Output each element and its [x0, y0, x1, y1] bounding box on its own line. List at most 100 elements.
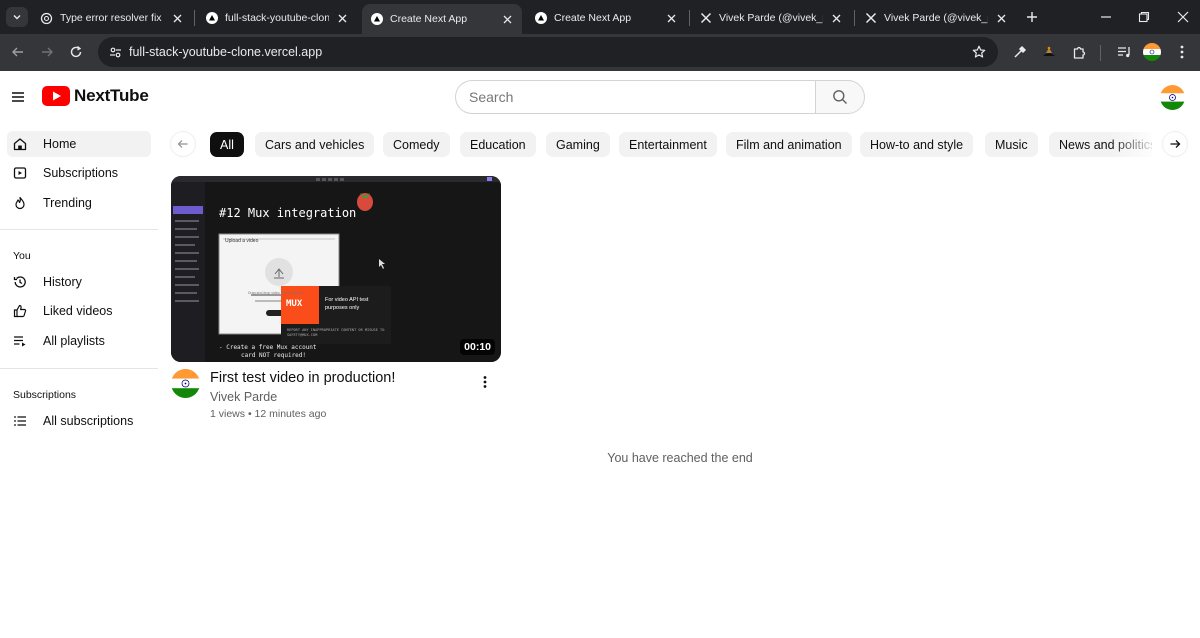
chip-how-to-and-style[interactable]: How-to and style [860, 132, 974, 157]
end-of-feed-message: You have reached the end [607, 451, 753, 465]
chip-gaming[interactable]: Gaming [546, 132, 610, 157]
menu-button[interactable] [9, 88, 27, 106]
hat-extension-icon[interactable] [1039, 42, 1059, 62]
browser-toolbar: full-stack-youtube-clone.vercel.app [0, 34, 1200, 71]
chips-scroll-left-button[interactable] [170, 131, 196, 157]
sidebar-item-all-playlists[interactable]: All playlists [7, 328, 151, 354]
sidebar-item-history[interactable]: History [7, 269, 151, 295]
media-controls-icon[interactable] [1114, 42, 1134, 62]
profile-avatar[interactable] [1142, 42, 1162, 62]
extensions-puzzle-icon[interactable] [1069, 42, 1089, 62]
tab-title: Vivek Parde (@vivek_parde [884, 12, 988, 24]
forward-button[interactable] [37, 42, 57, 62]
tab-title: full-stack-youtube-clone - [225, 12, 329, 24]
chip-education[interactable]: Education [460, 132, 536, 157]
restore-button[interactable] [1136, 9, 1152, 25]
tab-title: Create Next App [554, 12, 632, 24]
thumbnail-dialog-title: Upload a video [225, 238, 259, 244]
mux-caption: For video API test purposes only [325, 297, 369, 311]
chip-comedy[interactable]: Comedy [383, 132, 450, 157]
logo-link[interactable]: NextTube [42, 86, 149, 106]
search-button[interactable] [815, 80, 865, 114]
hamburger-icon [12, 92, 24, 102]
upload-age: 12 minutes ago [254, 408, 327, 420]
sidebar-item-label: Trending [43, 196, 92, 210]
more-vertical-icon [483, 376, 487, 388]
close-icon[interactable] [335, 11, 349, 25]
sidebar-item-trending[interactable]: Trending [7, 190, 151, 216]
search-bar [455, 80, 865, 114]
channel-avatar[interactable] [171, 369, 200, 398]
tab-title: Type error resolver fix [60, 12, 162, 24]
thumbnail-note-1: - Create a free Mux account [219, 344, 317, 351]
sidebar-item-home[interactable]: Home [7, 131, 151, 157]
new-tab-button[interactable] [1024, 9, 1040, 25]
toolbar-divider [1100, 45, 1101, 61]
tab-title: Vivek Parde (@vivek_parde [719, 12, 823, 24]
back-button[interactable] [8, 42, 28, 62]
sidebar-item-subscriptions[interactable]: Subscriptions [7, 160, 151, 186]
tab-search-button[interactable] [6, 7, 28, 27]
chip-film-and-animation[interactable]: Film and animation [726, 132, 852, 157]
tab-title: Create Next App [390, 13, 468, 25]
chrome-menu-icon[interactable] [1172, 42, 1192, 62]
brand-name: NextTube [74, 86, 149, 105]
bookmark-star-icon[interactable] [970, 43, 988, 61]
url-text[interactable]: full-stack-youtube-clone.vercel.app [129, 45, 970, 59]
chip-entertainment[interactable]: Entertainment [619, 132, 717, 157]
view-count: 1 views [210, 408, 246, 420]
thumbnail-note-2: card NOT required! [241, 352, 307, 359]
tab-divider [854, 10, 855, 26]
close-icon[interactable] [994, 11, 1008, 25]
sidebar-item-all-subscriptions[interactable]: All subscriptions [7, 408, 151, 434]
play-logo-icon [42, 86, 70, 106]
sidebar-divider [0, 368, 158, 369]
search-input[interactable] [455, 80, 815, 114]
arrow-left-icon [177, 140, 188, 148]
close-icon[interactable] [664, 11, 678, 25]
address-bar[interactable]: full-stack-youtube-clone.vercel.app [98, 37, 998, 67]
meta-separator: • [247, 408, 255, 420]
video-duration: 00:10 [460, 339, 495, 355]
sidebar-item-label: Liked videos [43, 304, 113, 318]
channel-name[interactable]: Vivek Parde [210, 390, 277, 404]
video-title[interactable]: First test video in production! [210, 370, 395, 386]
chip-cars-and-vehicles[interactable]: Cars and vehicles [255, 132, 375, 157]
thumbnail-heading: #12 Mux integration [219, 206, 357, 220]
close-icon[interactable] [829, 11, 843, 25]
browser-tab-active[interactable]: Create Next App [362, 4, 522, 34]
openai-icon [40, 12, 53, 25]
sidebar-item-label: Subscriptions [43, 166, 119, 180]
sidebar-item-label: All subscriptions [43, 414, 134, 428]
arrow-left-icon [12, 47, 23, 57]
window-close-button[interactable] [1175, 9, 1191, 25]
thumbs-up-icon [12, 303, 28, 319]
close-icon[interactable] [170, 11, 184, 25]
arrow-right-icon [42, 47, 53, 57]
close-icon[interactable] [500, 12, 514, 26]
vercel-icon [370, 13, 383, 26]
video-options-button[interactable] [477, 374, 493, 390]
mux-report: REPORT ANY INAPPROPRIATE CONTENT OR MISU… [287, 328, 385, 337]
tab-divider [689, 10, 690, 26]
browser-tab[interactable]: full-stack-youtube-clone - [197, 4, 357, 32]
browser-tab[interactable]: Type error resolver fix [32, 4, 192, 32]
video-thumbnail[interactable]: #12 Mux integration Upload a video Drag … [171, 176, 501, 362]
user-avatar[interactable] [1160, 85, 1185, 110]
sidebar-item-liked-videos[interactable]: Liked videos [7, 298, 151, 324]
reload-icon [70, 45, 82, 58]
minimize-button[interactable] [1098, 9, 1114, 25]
sidebar-heading-you: You [13, 250, 31, 262]
chip-all[interactable]: All [210, 132, 244, 157]
sidebar-heading-subscriptions: Subscriptions [13, 389, 77, 401]
chips-fade [1110, 128, 1160, 160]
reload-button[interactable] [66, 42, 86, 62]
tab-divider [194, 10, 195, 26]
site-settings-icon[interactable] [106, 43, 124, 61]
browser-tab[interactable]: Vivek Parde (@vivek_parde [691, 4, 851, 32]
eyedropper-extension-icon[interactable] [1010, 42, 1030, 62]
browser-tab[interactable]: Create Next App [526, 4, 686, 32]
browser-tab[interactable]: Vivek Parde (@vivek_parde [856, 4, 1016, 32]
chips-scroll-right-button[interactable] [1162, 131, 1188, 157]
chip-music[interactable]: Music [985, 132, 1038, 157]
